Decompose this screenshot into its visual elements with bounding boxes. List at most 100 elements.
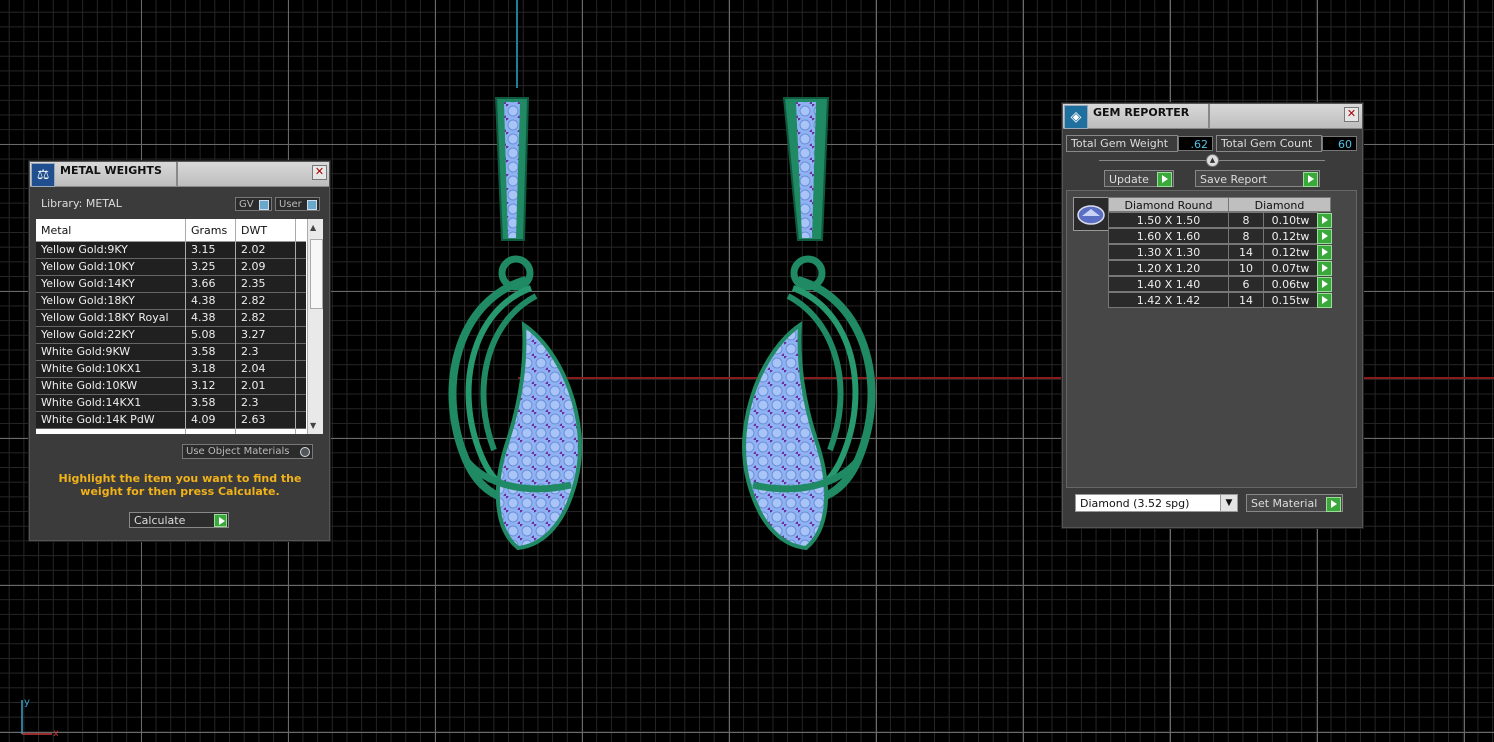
gem-row-play-icon[interactable] <box>1317 213 1332 228</box>
axis-x-label: x <box>53 728 58 738</box>
gem-col-material: Diamond <box>1228 197 1331 212</box>
earring-model-right[interactable] <box>728 90 888 560</box>
metal-table-header: Metal Grams DWT <box>36 219 306 242</box>
use-object-materials-toggle[interactable]: Use Object Materials <box>182 444 313 459</box>
scale-icon: ⚖ <box>31 163 55 187</box>
grams-cell: 3.58 <box>191 345 216 358</box>
gem-count-cell: 14 <box>1228 292 1264 308</box>
gem-size-cell: 1.20 X 1.20 <box>1108 260 1229 276</box>
gem-row[interactable]: 1.30 X 1.30 14 0.12tw <box>1108 244 1338 260</box>
axis-y-label: y <box>24 697 30 708</box>
user-toggle[interactable]: User <box>275 197 320 211</box>
gem-reporter-titlebar[interactable]: ◈ GEM REPORTER ✕ <box>1063 104 1362 129</box>
grams-cell: 4.38 <box>191 294 216 307</box>
play-icon <box>1157 172 1172 187</box>
save-report-button[interactable]: Save Report <box>1195 170 1320 187</box>
gem-row-play-icon[interactable] <box>1317 293 1332 308</box>
metal-row[interactable]: Yellow Gold:18KY Royal 4.38 2.82 <box>36 310 306 327</box>
set-material-button[interactable]: Set Material <box>1246 494 1343 512</box>
gem-weight-cell: 0.15tw <box>1263 292 1318 308</box>
update-button[interactable]: Update <box>1104 170 1174 187</box>
dwt-cell: 3.27 <box>241 328 266 341</box>
metal-row[interactable]: White Gold:10KW 3.12 2.01 <box>36 378 306 395</box>
metal-row[interactable]: White Gold:14KX1 3.58 2.3 <box>36 395 306 412</box>
grams-cell: 3.18 <box>191 362 216 375</box>
gem-row-play-icon[interactable] <box>1317 229 1332 244</box>
gem-weight-cell: 0.12tw <box>1263 244 1318 260</box>
metal-name-cell: Yellow Gold:18KY <box>41 294 135 307</box>
y-axis-line <box>516 0 518 88</box>
metal-row[interactable]: Yellow Gold:9KY 3.15 2.02 <box>36 242 306 259</box>
gem-row-play-icon[interactable] <box>1317 261 1332 276</box>
axis-gizmo: y x <box>21 697 58 738</box>
close-icon[interactable]: ✕ <box>1344 107 1359 122</box>
gem-col-type: Diamond Round <box>1108 197 1229 212</box>
gem-count-cell: 10 <box>1228 260 1264 276</box>
metal-row[interactable]: Yellow Gold:10KY 3.25 2.09 <box>36 259 306 276</box>
collapse-icon[interactable]: ▲ <box>1206 154 1219 167</box>
metal-name-cell: Yellow Gold:10KY <box>41 260 135 273</box>
dwt-cell: 2.01 <box>241 379 266 392</box>
metal-row[interactable]: White Gold:9KW 3.58 2.3 <box>36 344 306 361</box>
total-gem-weight-value: .62 <box>1178 136 1213 151</box>
close-icon[interactable]: ✕ <box>312 165 327 180</box>
gem-count-cell: 8 <box>1228 228 1264 244</box>
total-gem-weight-label: Total Gem Weight <box>1066 135 1178 152</box>
gem-report-area: Diamond Round Diamond 1.50 X 1.50 8 0.10tw… <box>1066 190 1357 488</box>
gem-size-cell: 1.50 X 1.50 <box>1108 212 1229 228</box>
metal-name-cell: Yellow Gold:22KY <box>41 328 135 341</box>
dwt-cell: 2.04 <box>241 362 266 375</box>
scroll-thumb[interactable] <box>310 239 323 309</box>
dwt-cell: 2.3 <box>241 345 259 358</box>
gem-rows: 1.50 X 1.50 8 0.10tw 1.60 X 1.60 8 0.12tw 1.30… <box>1108 212 1338 312</box>
col-metal[interactable]: Metal <box>41 224 71 237</box>
gem-row[interactable]: 1.60 X 1.60 8 0.12tw <box>1108 228 1338 244</box>
gem-reporter-title: GEM REPORTER <box>1093 106 1190 119</box>
metal-weights-panel: ⚖ METAL WEIGHTS ✕ Library: METAL GV User… <box>29 161 330 541</box>
grams-cell: 3.12 <box>191 379 216 392</box>
play-icon <box>214 514 227 527</box>
diamond-round-icon <box>1077 205 1105 225</box>
metal-table-scrollbar[interactable]: ▲ ▼ <box>307 219 323 434</box>
gem-row[interactable]: 1.42 X 1.42 14 0.15tw <box>1108 292 1338 308</box>
total-gem-count-label: Total Gem Count <box>1216 135 1322 152</box>
scroll-up-icon[interactable]: ▲ <box>310 223 316 232</box>
gv-toggle[interactable]: GV <box>235 197 272 211</box>
gem-weight-cell: 0.12tw <box>1263 228 1318 244</box>
metal-name-cell: White Gold:10KX1 <box>41 362 142 375</box>
metal-name-cell: White Gold:9KW <box>41 345 131 358</box>
gem-row[interactable]: 1.20 X 1.20 10 0.07tw <box>1108 260 1338 276</box>
gem-icon: ◈ <box>1064 105 1088 129</box>
dwt-cell: 2.82 <box>241 294 266 307</box>
diamond-thumbnail[interactable] <box>1073 197 1109 231</box>
gem-row[interactable]: 1.40 X 1.40 6 0.06tw <box>1108 276 1338 292</box>
gem-count-cell: 6 <box>1228 276 1264 292</box>
earring-model-left[interactable] <box>436 90 596 560</box>
play-icon <box>1326 497 1341 512</box>
metal-row[interactable]: Yellow Gold:18KY 4.38 2.82 <box>36 293 306 310</box>
chevron-down-icon[interactable]: ▼ <box>1220 495 1237 511</box>
metal-name-cell: Yellow Gold:14KY <box>41 277 135 290</box>
metal-weights-titlebar[interactable]: ⚖ METAL WEIGHTS ✕ <box>30 162 329 187</box>
scroll-down-icon[interactable]: ▼ <box>310 421 316 430</box>
library-label: Library: METAL <box>41 197 122 210</box>
gem-size-cell: 1.42 X 1.42 <box>1108 292 1229 308</box>
metal-row[interactable]: Yellow Gold:14KY 3.66 2.35 <box>36 276 306 293</box>
dwt-cell: 2.35 <box>241 277 266 290</box>
gem-weight-cell: 0.10tw <box>1263 212 1318 228</box>
grams-cell: 3.25 <box>191 260 216 273</box>
gem-row-play-icon[interactable] <box>1317 277 1332 292</box>
gem-row[interactable]: 1.50 X 1.50 8 0.10tw <box>1108 212 1338 228</box>
material-select[interactable]: Diamond (3.52 spg) ▼ <box>1075 494 1238 512</box>
metal-row[interactable]: White Gold:10KX1 3.18 2.04 <box>36 361 306 378</box>
calculate-button[interactable]: Calculate <box>129 512 229 528</box>
gem-row-play-icon[interactable] <box>1317 245 1332 260</box>
metal-row[interactable]: White Gold:14K PdW 4.09 2.63 <box>36 412 306 429</box>
grams-cell: 4.09 <box>191 413 216 426</box>
metal-row[interactable]: Yellow Gold:22KY 5.08 3.27 <box>36 327 306 344</box>
grams-cell: 3.15 <box>191 243 216 256</box>
dwt-cell: 2.02 <box>241 243 266 256</box>
col-dwt[interactable]: DWT <box>241 224 267 237</box>
col-grams[interactable]: Grams <box>191 224 227 237</box>
metal-table[interactable]: Metal Grams DWT Yellow Gold:9KY 3.15 2.02 Y… <box>36 219 323 434</box>
